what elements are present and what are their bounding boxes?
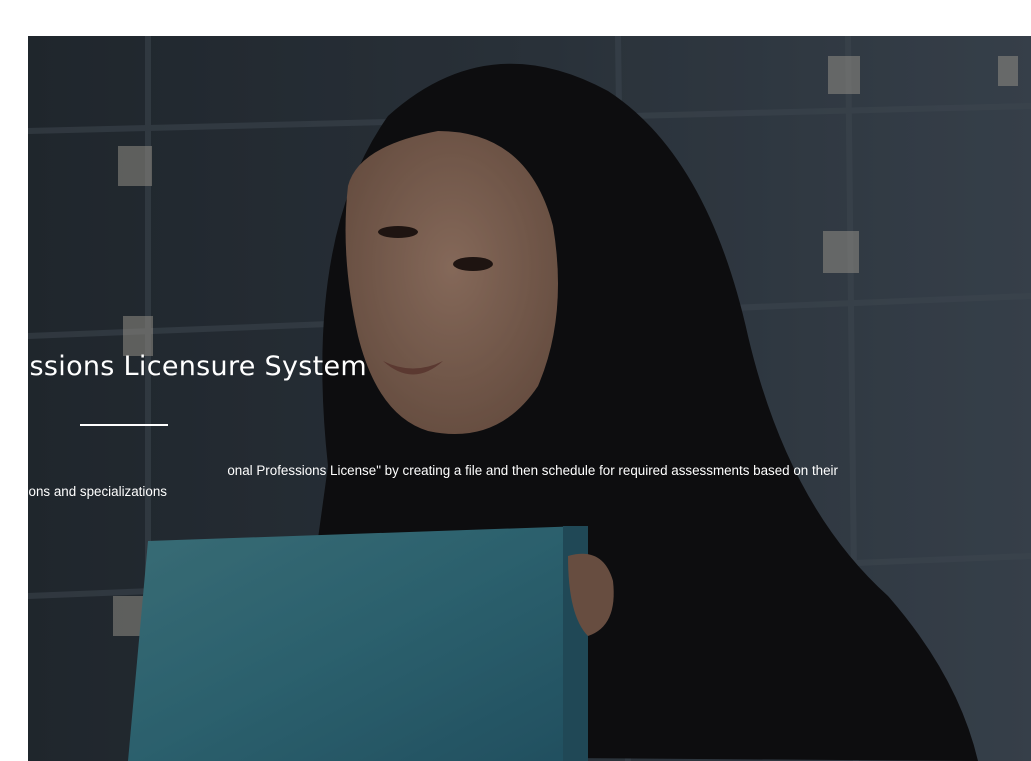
hero-description-line-2: ifications and specializations — [28, 484, 167, 499]
hero-content: ofessions Licensure System onal Professi… — [28, 36, 1031, 761]
hero-description: onal Professions License" by creating a … — [28, 460, 838, 502]
hero-description-line-1: onal Professions License" by creating a … — [227, 463, 838, 478]
hero-divider — [80, 424, 168, 426]
hero-banner: ofessions Licensure System onal Professi… — [28, 36, 1031, 761]
hero-title: ofessions Licensure System — [28, 351, 368, 382]
page: ofessions Licensure System onal Professi… — [0, 0, 1031, 761]
